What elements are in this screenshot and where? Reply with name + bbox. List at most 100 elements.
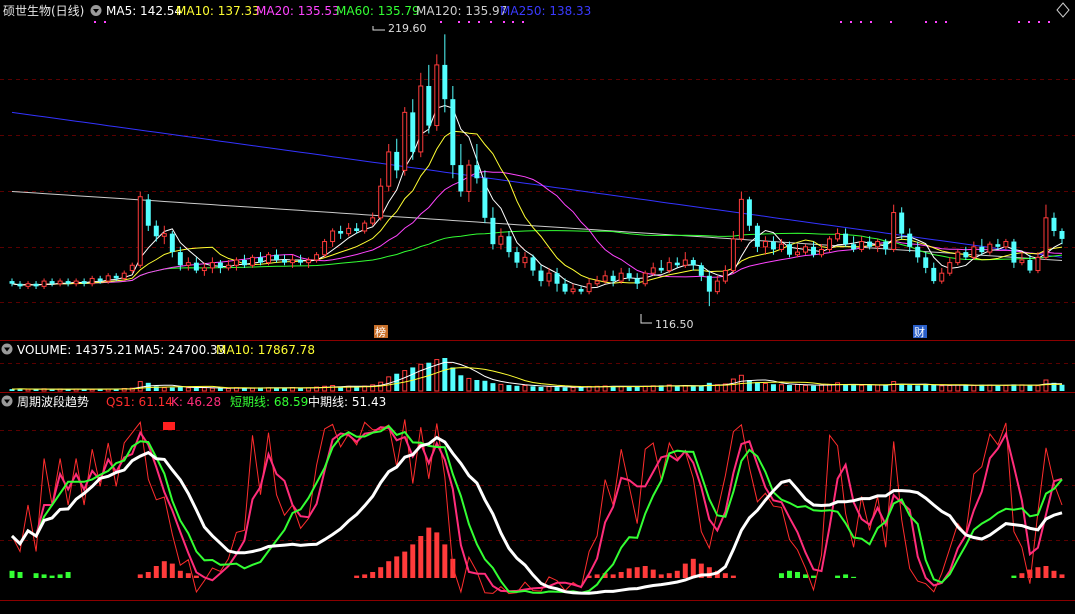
volume-ma10: MA10: 17867.78 (216, 343, 315, 357)
momentum-bar (410, 544, 416, 578)
candle-body (819, 248, 825, 256)
candle-body (995, 244, 1001, 247)
candle-body (394, 151, 400, 171)
volume-bar (394, 373, 400, 391)
momentum-bar (594, 574, 600, 578)
indicator-panel (9, 419, 1065, 595)
momentum-bar (65, 572, 71, 578)
momentum-bar (610, 574, 616, 578)
momentum-bar (811, 575, 817, 578)
momentum-bar (634, 567, 640, 578)
momentum-bar (17, 572, 23, 578)
legend-ma20: MA20: 135.53 (256, 4, 340, 18)
momentum-bar (618, 572, 624, 578)
volume-bar (217, 388, 223, 391)
low-label: 116.50 (655, 318, 694, 331)
volume-bar (867, 384, 873, 391)
mid-term-line (10, 435, 1063, 595)
candle-body (145, 199, 151, 226)
candle-body (923, 257, 929, 268)
candle-body (979, 246, 985, 253)
volume-ma5: MA5: 24700.33 (134, 343, 225, 357)
candle-body (875, 241, 881, 248)
candle-body (322, 241, 328, 256)
volume-bar (450, 367, 456, 391)
candle-body (939, 272, 945, 282)
candle-body (811, 246, 817, 255)
momentum-bar (1059, 574, 1065, 578)
candle-body (1003, 241, 1009, 248)
indicator-k: K: 46.28 (171, 395, 221, 409)
high-label: 219.60 (388, 22, 427, 35)
indicator-legend: 周期波段趋势 QS1: 61.14 K: 46.28 短期线: 68.59 中期… (1, 394, 386, 430)
momentum-bar (851, 576, 857, 578)
volume-bar (674, 385, 680, 391)
candle-body (161, 233, 167, 237)
ma250-line (11, 111, 1063, 258)
volume-bar (690, 386, 696, 391)
candle-body (570, 288, 576, 293)
candle-body (514, 252, 520, 263)
candle-body (554, 273, 560, 284)
candle-body (129, 264, 135, 272)
header-legend: 硕世生物(日线) MA5: 142.54 MA10: 137.33 MA20: … (3, 2, 1070, 18)
volume-bar (490, 383, 496, 391)
volume-bar (458, 375, 464, 391)
volume-bar (819, 384, 825, 392)
momentum-bar (378, 567, 384, 578)
candle-body (233, 259, 239, 266)
candle-body (658, 267, 664, 271)
candle-body (418, 85, 424, 153)
candle-body (370, 217, 376, 224)
candle-body (578, 289, 584, 292)
candle-body (89, 277, 95, 285)
momentum-bar (1011, 575, 1017, 578)
volume-bar (474, 380, 480, 391)
volume-bar (177, 386, 183, 391)
candle-body (899, 212, 905, 234)
momentum-bar (786, 570, 792, 578)
legend-ma250: MA250: 138.33 (500, 4, 591, 18)
momentum-bar (145, 572, 151, 578)
momentum-bar (418, 536, 424, 578)
diamond-icon[interactable] (1056, 2, 1070, 18)
volume-bar (803, 384, 808, 392)
marker-label-1: 榜 (375, 325, 386, 339)
volume-bar (1043, 379, 1049, 392)
volume-bar (963, 385, 969, 391)
volume-bar (225, 387, 231, 392)
chart-svg: 硕世生物(日线) MA5: 142.54 MA10: 137.33 MA20: … (0, 2, 1075, 601)
legend-ma10: MA10: 137.33 (176, 4, 260, 18)
candle-body (362, 222, 368, 232)
momentum-bar (185, 573, 191, 578)
volume-bar (698, 385, 704, 391)
volume-bar (1003, 384, 1009, 392)
volume-bar (947, 385, 953, 392)
volume-label: VOLUME: 14375.21 (17, 343, 132, 357)
momentum-bar (730, 575, 736, 578)
momentum-bar (49, 575, 55, 578)
volume-bar (482, 380, 488, 391)
candle-body (9, 281, 15, 284)
candle-body (290, 259, 296, 264)
high-pointer (372, 26, 385, 31)
candle-body (1051, 217, 1057, 231)
momentum-bar (153, 566, 159, 578)
candle-body (354, 228, 360, 231)
candle-body (843, 233, 849, 245)
volume-bar (137, 381, 143, 392)
volume-bar (209, 387, 215, 392)
candle-body (25, 283, 31, 287)
candle-body (346, 227, 352, 235)
candle-body (522, 256, 528, 264)
candle-body (402, 111, 408, 171)
volume-bar (995, 385, 1001, 391)
candle-body (49, 281, 55, 284)
volume-bar (538, 386, 544, 391)
candle-body (907, 233, 913, 247)
ma60-line (11, 230, 1063, 286)
volume-bar (514, 385, 520, 391)
candle-body (762, 241, 768, 248)
candle-body (586, 283, 592, 293)
stock-title: 硕世生物(日线) (3, 4, 84, 18)
